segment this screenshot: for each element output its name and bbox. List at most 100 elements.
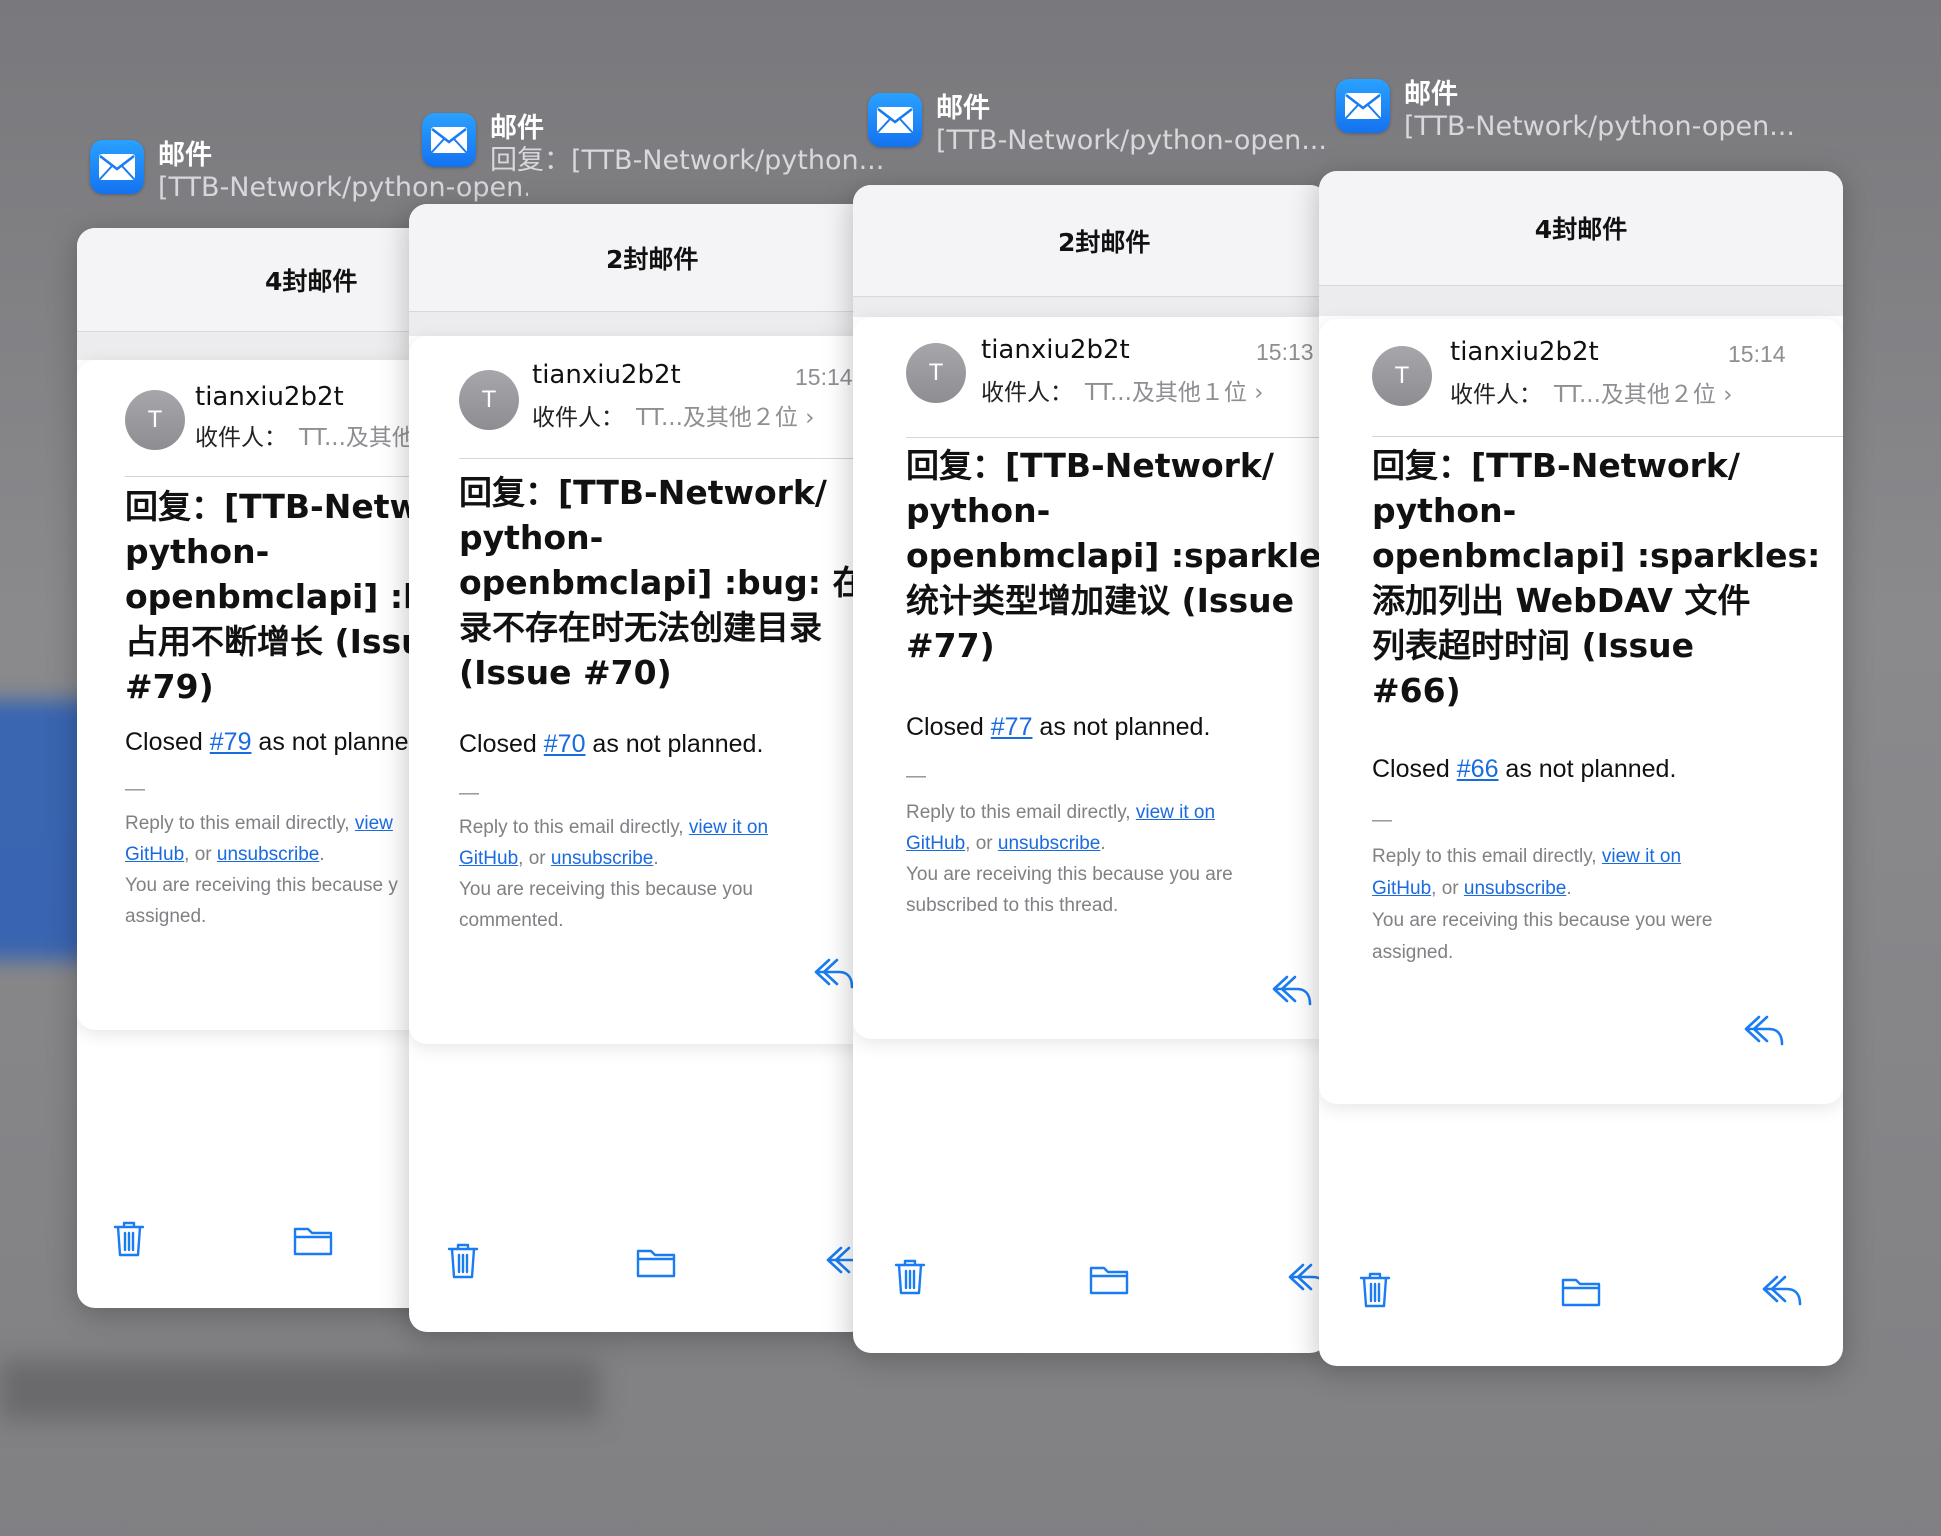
trash-icon[interactable] [1359,1271,1391,1309]
unsubscribe-link[interactable]: unsubscribe [998,833,1100,854]
subject-line: 列表超时时间 (Issue [1372,626,1695,665]
recipients-line[interactable]: 收件人： TT...及其他 [195,418,415,452]
subject-line: #77) [906,626,995,665]
folder-icon[interactable] [636,1246,676,1278]
closed-status: Closed #79 as not planne [125,728,409,757]
closed-prefix: Closed [459,730,544,758]
mail-icon [422,113,476,167]
app-window-subtitle: [TTB-Network/python-open... [936,125,1327,157]
email-footer: Reply to this email directly, view it on… [459,812,768,936]
message-sheet[interactable]: T tianxiu2b2t 15:14 收件人： TT...及其他２位 › 回复：… [1319,319,1843,1104]
subject-line: python- [906,491,1051,530]
view-on-github-link[interactable]: view it on [689,817,768,838]
message-time: 15:14 [795,364,853,390]
thread-count-title: 4封邮件 [1534,215,1628,244]
background-blur-band [0,1360,600,1420]
app-header-2[interactable]: 邮件 回复：[TTB-Network/python... [422,113,890,178]
github-link[interactable]: GitHub [125,844,184,865]
subject-line: 录不存在时无法创建目录 [459,608,822,647]
view-on-github-link[interactable]: view it on [1602,846,1681,867]
footer-text: . [319,844,325,865]
message-sheet[interactable]: T tianxiu2b2t 15:14 收件人： TT...及其他２位 › 回复：… [409,336,869,1044]
subject-line: 回复：[TTB-Network/ [906,446,1274,485]
app-header-3[interactable]: 邮件 [TTB-Network/python-open... [868,93,1346,158]
folder-icon[interactable] [1561,1275,1601,1307]
issue-link[interactable]: #66 [1457,755,1499,783]
view-on-github-link[interactable]: view it on [1136,802,1215,823]
view-on-github-link[interactable]: view [355,813,393,834]
unsubscribe-link[interactable]: unsubscribe [1464,878,1566,899]
footer-text: . [1566,878,1572,899]
mail-icon [868,93,922,147]
mail-window-card-3[interactable]: 2封邮件 T tianxiu2b2t 15:13 收件人： TT...及其他１位 … [853,185,1328,1353]
footer-reason: You are receiving this because you were [1372,910,1713,931]
subject-line: (Issue #70) [459,653,672,692]
subject-line: python- [1372,491,1517,530]
reply-icon[interactable] [813,956,855,992]
signature-dash: — [125,778,145,800]
subject-line: openbmclapi] :sparkles: [1372,536,1821,575]
message-time: 15:14 [1728,341,1786,367]
reply-icon[interactable] [1761,1273,1803,1309]
app-name: 邮件 [490,113,544,144]
folder-icon[interactable] [1089,1263,1129,1295]
issue-link[interactable]: #70 [544,730,586,758]
trash-icon[interactable] [447,1242,479,1280]
header-divider [906,437,1328,438]
thread-count-title: 2封邮件 [1058,227,1151,257]
github-link[interactable]: GitHub [1372,878,1431,899]
recipients-label: 收件人： [981,380,1073,406]
sender-name[interactable]: tianxiu2b2t [981,335,1130,365]
footer-text: Reply to this email directly, [906,802,1136,823]
recipients-value: TT...及其他２位 › [636,405,815,431]
reply-icon[interactable] [1271,973,1313,1009]
recipients-line[interactable]: 收件人： TT...及其他２位 › [532,398,814,432]
mail-icon [90,140,144,194]
subject: 回复：[TTB-Network/ python- openbmclapi] :b… [459,470,869,695]
app-window-subtitle: 回复：[TTB-Network/python... [490,145,885,177]
trash-icon[interactable] [894,1258,926,1296]
thread-count-title: 4封邮件 [265,266,358,296]
sender-name[interactable]: tianxiu2b2t [195,382,344,412]
trash-icon[interactable] [113,1220,145,1258]
recipients-label: 收件人： [1450,382,1542,408]
folder-icon[interactable] [293,1224,333,1256]
footer-text: , or [184,844,217,865]
app-name: 邮件 [1404,79,1458,110]
message-sheet[interactable]: T tianxiu2b2t 15:13 收件人： TT...及其他１位 › 回复：… [853,317,1328,1039]
unsubscribe-link[interactable]: unsubscribe [551,848,653,869]
footer-text: , or [518,848,551,869]
mail-window-card-4[interactable]: 4封邮件 T tianxiu2b2t 15:14 收件人： TT...及其他２位 … [1319,171,1843,1366]
mail-icon [1336,79,1390,133]
closed-status: Closed #66 as not planned. [1372,755,1676,784]
recipients-line[interactable]: 收件人： TT...及其他１位 › [981,373,1263,407]
subject-line: 回复：[TTB-Network/ [459,473,827,512]
github-link[interactable]: GitHub [459,848,518,869]
sender-name[interactable]: tianxiu2b2t [1450,337,1599,367]
footer-text: Reply to this email directly, [125,813,355,834]
footer-text: , or [965,833,998,854]
message-time: 15:13 [1256,339,1314,365]
header-divider [459,458,869,459]
thread-count-bar: 2封邮件 [853,185,1328,297]
footer-reason: You are receiving this because y [125,875,398,896]
footer-text: . [653,848,659,869]
issue-link[interactable]: #77 [991,713,1033,741]
recipients-label: 收件人： [195,425,287,451]
github-link[interactable]: GitHub [906,833,965,854]
app-name: 邮件 [936,93,990,124]
subject-line: 统计类型增加建议 (Issue [906,581,1295,620]
mail-window-card-2[interactable]: 2封邮件 T tianxiu2b2t 15:14 收件人： TT...及其他２位 … [409,204,869,1332]
signature-dash: — [906,765,926,787]
unsubscribe-link[interactable]: unsubscribe [217,844,319,865]
email-footer: Reply to this email directly, view it on… [1372,841,1712,969]
email-footer: Reply to this email directly, view GitHu… [125,808,398,932]
sender-name[interactable]: tianxiu2b2t [532,360,681,390]
footer-text: , or [1431,878,1464,899]
sheet-gap [853,297,1328,317]
app-header-4[interactable]: 邮件 [TTB-Network/python-open... [1336,79,1824,144]
reply-icon[interactable] [1743,1013,1785,1049]
recipients-line[interactable]: 收件人： TT...及其他２位 › [1450,375,1732,409]
footer-reason: You are receiving this because you [459,879,753,900]
issue-link[interactable]: #79 [210,728,252,756]
